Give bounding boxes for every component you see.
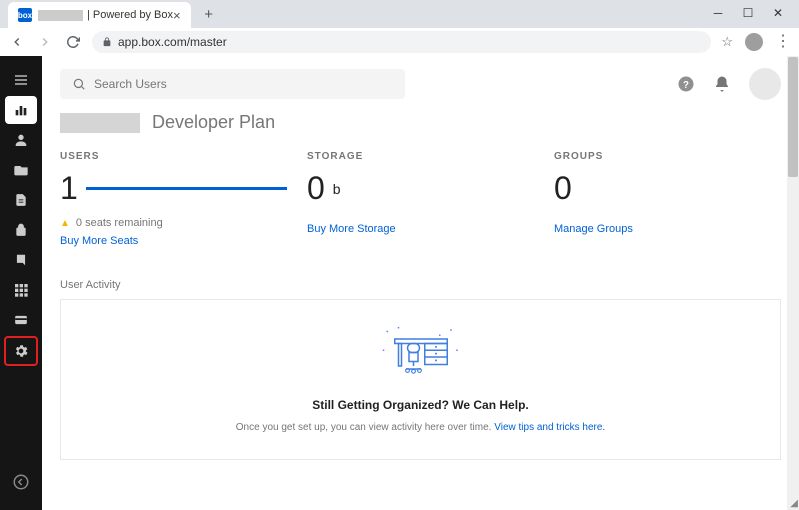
forward-button[interactable] <box>36 33 54 51</box>
stat-groups: GROUPS 0 Manage Groups <box>554 151 781 249</box>
url-text: app.box.com/master <box>118 35 227 49</box>
sidebar-collapse-button[interactable] <box>5 468 37 496</box>
lock-icon <box>102 37 112 47</box>
buy-seats-link[interactable]: Buy More Seats <box>60 235 138 247</box>
sidebar-item-insights[interactable] <box>5 96 37 124</box>
browser-chrome: ─ ☐ ✕ box | Powered by Box × + app.box.c… <box>0 0 799 56</box>
main-content: Search Users ? Developer Plan USERS 1 <box>42 56 799 510</box>
bookmark-star-icon[interactable]: ☆ <box>721 34 733 50</box>
window-minimize[interactable]: ─ <box>711 6 725 20</box>
back-button[interactable] <box>8 33 26 51</box>
stat-users-value: 1 <box>60 170 78 207</box>
tab-close-icon[interactable]: × <box>173 8 181 23</box>
sidebar-item-classification[interactable] <box>5 246 37 274</box>
browser-tab[interactable]: box | Powered by Box × <box>8 2 191 28</box>
seats-remaining-text: 0 seats remaining <box>76 217 163 229</box>
search-placeholder: Search Users <box>94 77 167 91</box>
browser-menu-icon[interactable]: ⋮ <box>775 34 791 50</box>
stat-storage-label: STORAGE <box>307 151 534 162</box>
search-input[interactable]: Search Users <box>60 69 405 99</box>
desk-illustration <box>85 324 756 384</box>
sidebar-item-users[interactable] <box>5 126 37 154</box>
sidebar-item-settings[interactable] <box>4 336 38 366</box>
sidebar-menu-toggle[interactable] <box>5 66 37 94</box>
activity-desc: Once you get set up, you can view activi… <box>236 422 494 433</box>
warning-icon: ▲ <box>60 218 70 229</box>
reload-button[interactable] <box>64 33 82 51</box>
help-icon[interactable]: ? <box>677 75 695 93</box>
plan-name: Developer Plan <box>152 112 275 133</box>
sidebar-item-apps[interactable] <box>5 276 37 304</box>
stat-users-label: USERS <box>60 151 287 162</box>
notifications-icon[interactable] <box>713 75 731 93</box>
window-close[interactable]: ✕ <box>771 6 785 20</box>
users-usage-bar <box>86 187 287 190</box>
user-activity-label: User Activity <box>42 249 799 299</box>
scrollbar[interactable] <box>787 56 799 510</box>
resize-grip-icon[interactable]: ◢ <box>790 498 798 509</box>
sidebar-item-content[interactable] <box>5 156 37 184</box>
sidebar-item-governance[interactable] <box>5 216 37 244</box>
browser-profile-icon[interactable] <box>745 33 763 51</box>
stat-storage: STORAGE 0b Buy More Storage <box>307 151 534 249</box>
buy-storage-link[interactable]: Buy More Storage <box>307 223 396 235</box>
search-icon <box>72 77 86 91</box>
address-bar[interactable]: app.box.com/master <box>92 31 711 53</box>
stat-users: USERS 1 ▲ 0 seats remaining Buy More Sea… <box>60 151 287 249</box>
avatar[interactable] <box>749 68 781 100</box>
sidebar-item-reports[interactable] <box>5 186 37 214</box>
activity-empty-state: Still Getting Organized? We Can Help. On… <box>60 299 781 460</box>
stat-storage-value: 0 <box>307 170 325 207</box>
tab-title-suffix: | Powered by Box <box>87 9 173 21</box>
org-name-redacted <box>60 113 140 133</box>
new-tab-button[interactable]: + <box>197 2 221 26</box>
stat-groups-label: GROUPS <box>554 151 781 162</box>
stat-storage-unit: b <box>333 181 341 197</box>
box-favicon: box <box>18 8 32 22</box>
tab-title-redacted <box>38 10 83 21</box>
tips-link[interactable]: View tips and tricks here. <box>494 422 605 433</box>
stat-groups-value: 0 <box>554 170 572 207</box>
sidebar <box>0 56 42 510</box>
sidebar-item-billing[interactable] <box>5 306 37 334</box>
svg-text:?: ? <box>683 80 689 91</box>
manage-groups-link[interactable]: Manage Groups <box>554 223 633 235</box>
activity-title: Still Getting Organized? We Can Help. <box>85 398 756 412</box>
window-maximize[interactable]: ☐ <box>741 6 755 20</box>
